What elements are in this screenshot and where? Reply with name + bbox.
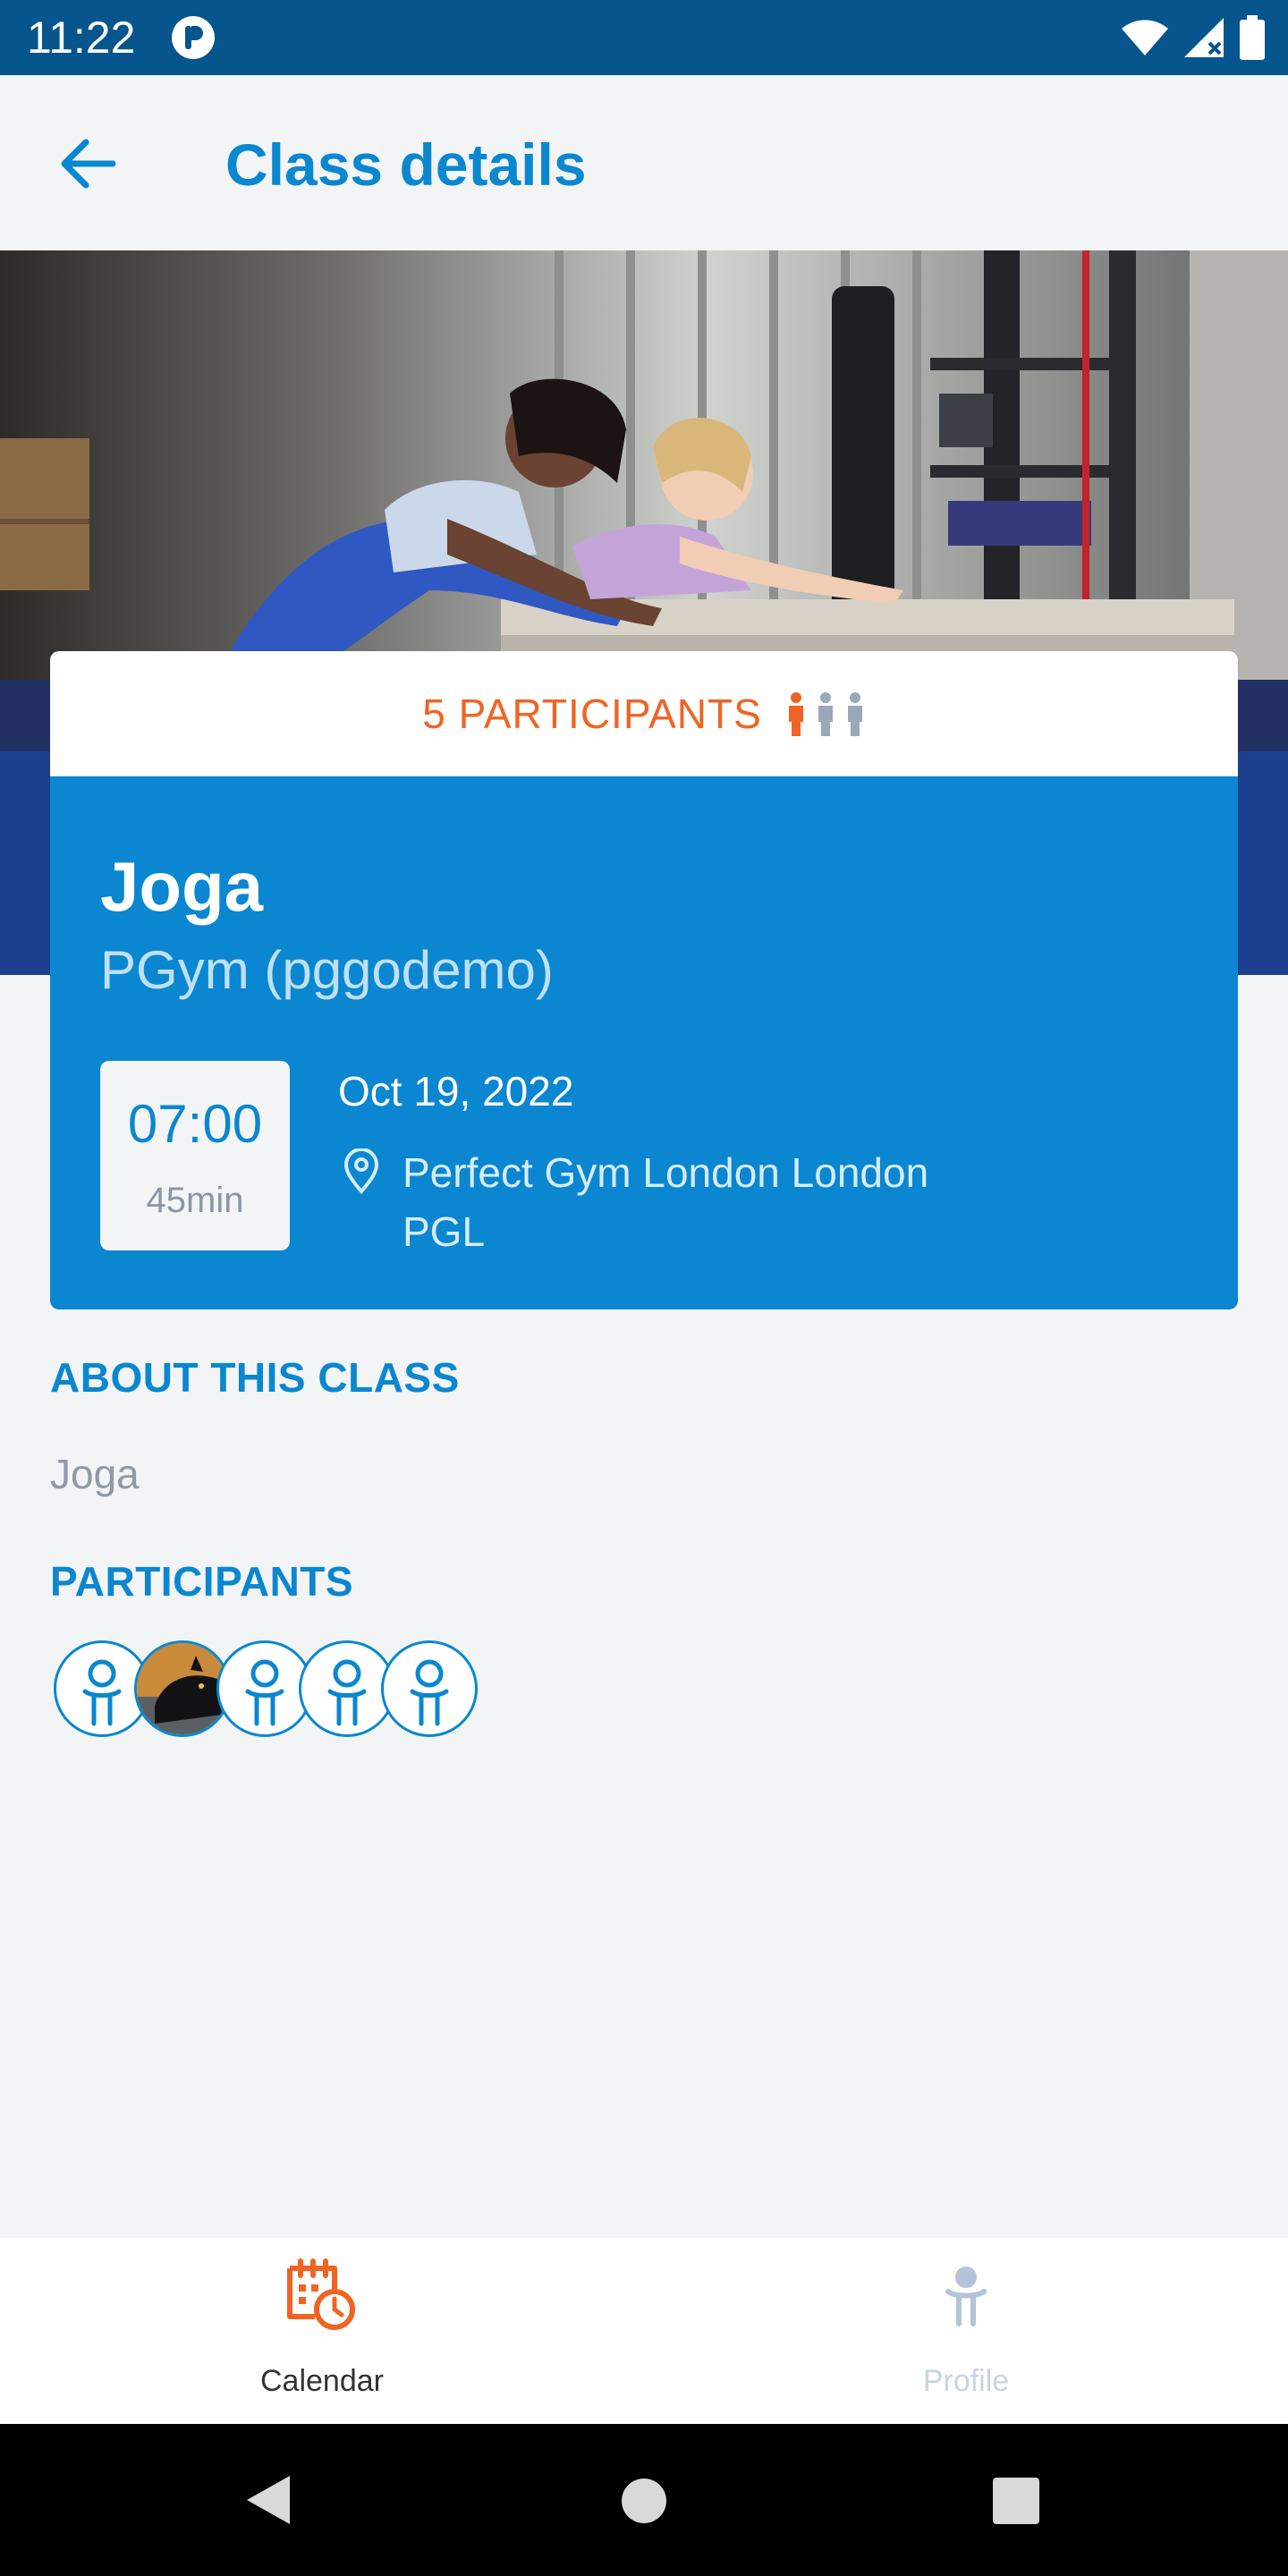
calendar-clock-icon <box>287 2258 355 2330</box>
status-icons <box>1120 14 1265 61</box>
nav-profile-label: Profile <box>922 2364 1010 2398</box>
about-text: Joga <box>50 1451 140 1497</box>
club-name: PGym (pggodemo) <box>100 940 554 1000</box>
nav-calendar[interactable]: Calendar <box>188 2254 456 2406</box>
about-heading: ABOUT THIS CLASS <box>50 1354 460 1401</box>
class-date: Oct 19, 2022 <box>338 1068 574 1114</box>
system-back-button[interactable] <box>243 2472 293 2528</box>
app-notification-icon <box>170 14 216 61</box>
back-button[interactable] <box>45 121 131 207</box>
nav-calendar-label: Calendar <box>260 2364 384 2398</box>
location-line-1: Perfect Gym London London <box>402 1149 929 1196</box>
cat-photo <box>137 1643 228 1734</box>
wifi-icon <box>1122 20 1168 55</box>
user-placeholder-icon <box>245 1659 284 1726</box>
people-icon <box>788 692 862 736</box>
duration: 45min <box>146 1181 244 1220</box>
participants-summary: 5 PARTICIPANTS <box>50 651 1238 776</box>
profile-icon <box>945 2267 987 2326</box>
user-placeholder-icon <box>327 1659 367 1726</box>
class-name: Joga <box>100 847 264 926</box>
page-title: Class details <box>225 131 587 198</box>
start-time: 07:00 <box>127 1094 263 1154</box>
nav-profile[interactable]: Profile <box>832 2254 1100 2406</box>
location-line-2: PGL <box>402 1208 486 1255</box>
status-time: 11:22 <box>27 13 136 63</box>
participant-avatar[interactable] <box>381 1640 478 1737</box>
toolbar <box>0 75 1288 250</box>
user-placeholder-icon <box>410 1659 449 1726</box>
location: Perfect Gym London London PGL <box>402 1143 1029 1261</box>
location-pin-icon <box>342 1148 381 1195</box>
participants-count-label: 5 PARTICIPANTS <box>422 691 762 737</box>
system-recents-button[interactable] <box>993 2478 1039 2524</box>
participants-heading: PARTICIPANTS <box>50 1558 354 1605</box>
system-home-button[interactable] <box>621 2478 667 2524</box>
signal-icon <box>1184 18 1224 57</box>
battery-icon <box>1240 15 1265 60</box>
time-box <box>100 1061 290 1250</box>
arrow-left-icon <box>61 139 116 189</box>
